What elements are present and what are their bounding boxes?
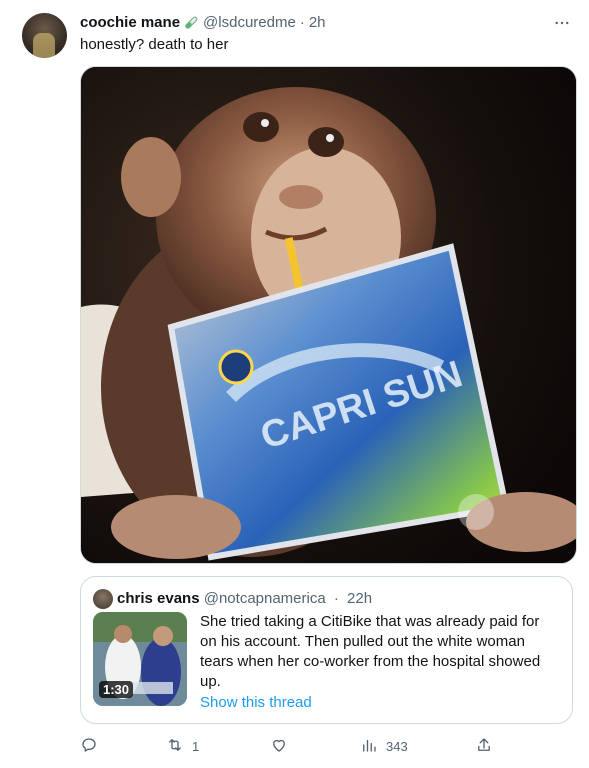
retweet-icon	[166, 736, 184, 757]
quoted-tweet-text: She tried taking a CitiBike that was alr…	[200, 613, 541, 690]
tweet-timestamp[interactable]: 2h	[309, 14, 326, 31]
quoted-author-name: chris evans	[117, 590, 200, 607]
reply-icon	[80, 736, 98, 757]
tweet-header: coochie mane @lsdcuredme · 2h	[80, 14, 326, 31]
tweet[interactable]: coochie mane @lsdcuredme · 2h honestly? …	[0, 0, 589, 768]
quoted-author-handle: @notcapnamerica	[203, 590, 326, 607]
views-count: 343	[386, 738, 408, 754]
analytics-icon	[360, 736, 378, 757]
more-icon[interactable]	[551, 12, 573, 34]
author-name[interactable]: coochie mane	[80, 14, 180, 31]
author-handle[interactable]: @lsdcuredme	[203, 14, 296, 31]
video-duration: 1:30	[99, 681, 134, 698]
quoted-tweet-timestamp: 22h	[347, 590, 373, 607]
quoted-video-thumbnail[interactable]: 1:30	[93, 612, 187, 706]
share-button[interactable]	[475, 735, 493, 757]
tweet-action-bar: 1 343	[80, 735, 500, 757]
views-button[interactable]: 343	[360, 735, 408, 757]
author-avatar[interactable]	[22, 13, 67, 58]
like-button[interactable]	[270, 735, 296, 757]
tweet-text: honestly? death to her	[80, 36, 229, 53]
quoted-author-avatar	[93, 589, 113, 609]
quoted-tweet[interactable]: chris evans @notcapnamerica · 22h 1:30 S…	[80, 576, 573, 724]
tweet-media-photo[interactable]: CAPRI SUN	[80, 66, 577, 564]
monkey-photo-illustration: CAPRI SUN	[81, 67, 576, 563]
test-tube-icon	[183, 15, 199, 31]
separator-dot: ·	[333, 590, 339, 607]
retweet-count: 1	[192, 738, 200, 754]
heart-icon	[270, 736, 288, 757]
separator-dot: ·	[299, 14, 305, 31]
quoted-tweet-header: chris evans @notcapnamerica · 22h	[117, 590, 372, 607]
share-icon	[475, 736, 493, 757]
retweet-button[interactable]: 1	[166, 735, 199, 757]
reply-button[interactable]	[80, 735, 106, 757]
show-thread-link[interactable]: Show this thread	[200, 694, 312, 711]
